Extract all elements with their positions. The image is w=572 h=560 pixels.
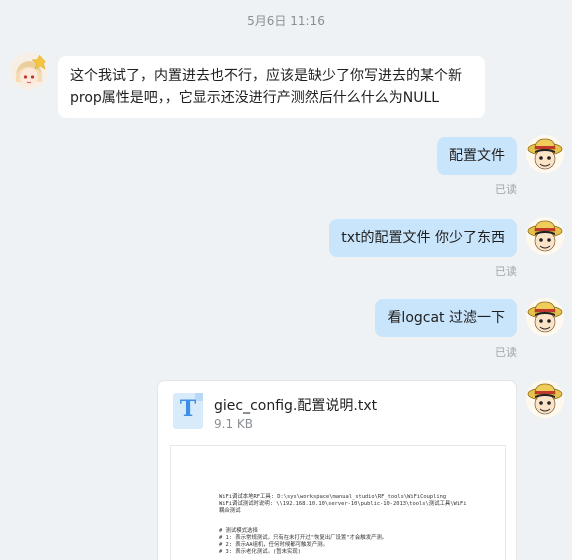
message-text: txt的配置文件 你少了东西 [341, 230, 505, 246]
anime-girl-avatar-icon [10, 52, 48, 90]
message-text: 这个我试了，内置进去也不行，应该是缺少了你写进去的某个新prop属性是吧，，它显… [70, 68, 462, 106]
preview-line: 耦合测试 [219, 508, 241, 514]
self-avatar[interactable] [526, 135, 564, 173]
straw-hat-avatar-icon [526, 217, 564, 255]
file-attachment-card[interactable]: T giec_config.配置说明.txt 9.1 KB WiFi调试本地RF… [157, 380, 517, 560]
message-bubble-sent[interactable]: 看logcat 过滤一下 [375, 299, 517, 337]
message-bubble-sent[interactable]: txt的配置文件 你少了东西 [329, 219, 517, 257]
message-bubble-sent[interactable]: 配置文件 [437, 137, 517, 175]
read-status: 已读 [495, 265, 517, 278]
message-text: 看logcat 过滤一下 [387, 310, 505, 326]
straw-hat-avatar-icon [526, 135, 564, 173]
file-preview[interactable]: WiFi调试本地RF工具: D:\sys\workspace\manual_st… [170, 445, 506, 560]
straw-hat-avatar-icon [526, 380, 564, 418]
text-file-icon: T [173, 393, 203, 429]
preview-line: WiFi调试本地RF工具: D:\sys\workspace\manual_st… [219, 494, 447, 500]
file-name: giec_config.配置说明.txt [214, 398, 378, 414]
preview-line: # 2: 表示AA组机，任何时候都可触发产测。 [219, 542, 328, 548]
read-status: 已读 [495, 183, 517, 196]
self-avatar[interactable] [526, 380, 564, 418]
preview-line: WiFi调试测试时说明: \\192.168.10.10\server-10\p… [219, 501, 467, 507]
self-avatar[interactable] [526, 217, 564, 255]
self-avatar[interactable] [526, 298, 564, 336]
other-user-avatar[interactable] [10, 52, 48, 90]
preview-line: # 3: 表示老化测试。(暂未实现) [219, 549, 302, 555]
preview-line: # 测试模式选择 [219, 528, 258, 534]
message-bubble-received[interactable]: 这个我试了，内置进去也不行，应该是缺少了你写进去的某个新prop属性是吧，，它显… [58, 56, 485, 118]
message-timestamp: 5月6日 11:16 [247, 14, 325, 28]
file-size: 9.1 KB [214, 417, 253, 431]
straw-hat-avatar-icon [526, 298, 564, 336]
message-text: 配置文件 [449, 148, 505, 164]
read-status: 已读 [495, 346, 517, 359]
preview-line: # 1: 表示常规测试，只有在未打开过"恢复出厂设置"才会触发产测。 [219, 535, 388, 541]
